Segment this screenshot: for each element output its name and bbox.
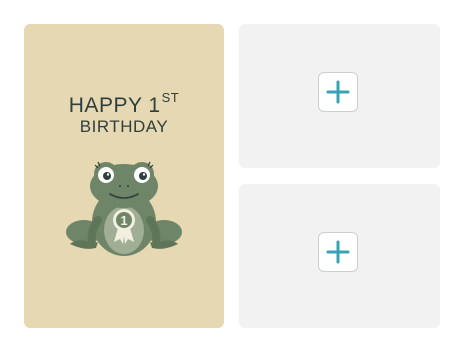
card-title-suffix: ST	[161, 90, 180, 105]
card-title-line1: HAPPY 1ST	[24, 90, 224, 118]
badge-number: 1	[120, 213, 127, 228]
plus-icon	[326, 80, 350, 104]
empty-photo-slot-2[interactable]	[239, 184, 440, 328]
card-title-line2: BIRTHDAY	[79, 117, 169, 136]
add-photo-button[interactable]	[318, 72, 358, 112]
empty-photo-slot-1[interactable]	[239, 24, 440, 168]
add-photo-button[interactable]	[318, 232, 358, 272]
card-title-text: HAPPY 1	[68, 94, 161, 117]
plus-icon	[326, 240, 350, 264]
birthday-card-preview[interactable]: HAPPY 1ST BIRTHDAY 1	[24, 24, 224, 328]
frog-illustration: 1	[66, 161, 182, 256]
